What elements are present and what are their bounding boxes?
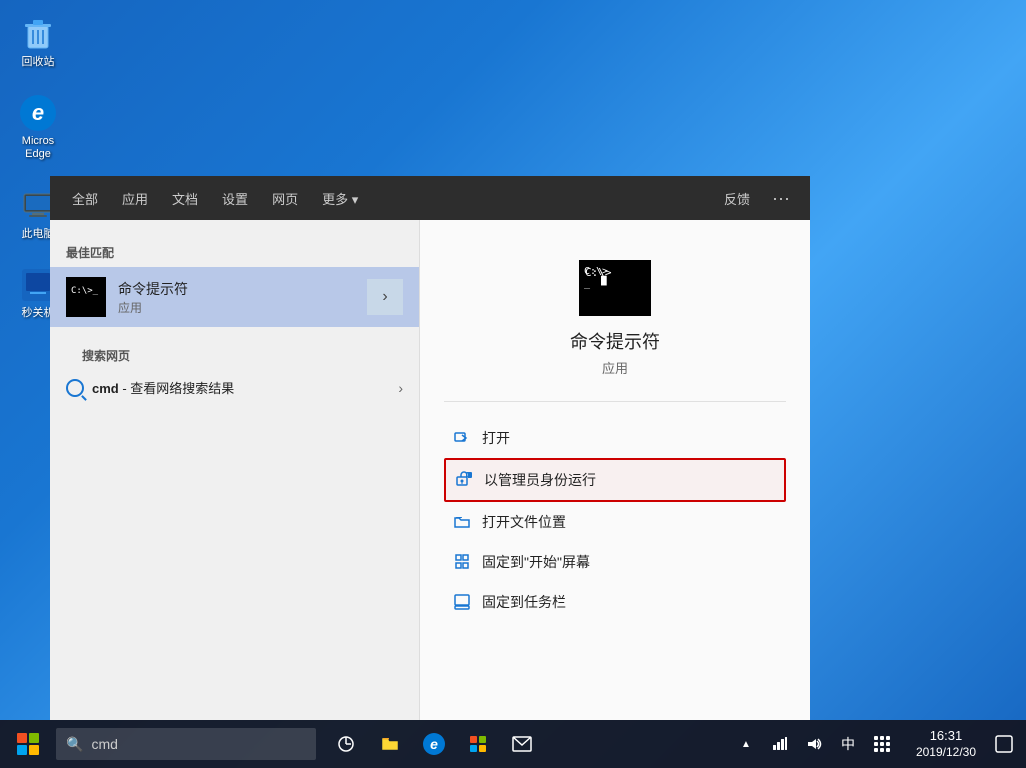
system-tray: ▲ 中	[722, 728, 906, 760]
windows-logo	[17, 733, 39, 755]
open-location-label: 打开文件位置	[482, 512, 566, 532]
action-run-as-admin[interactable]: ! 以管理员身份运行	[444, 458, 786, 502]
taskbar-search-bar[interactable]: 🔍 cmd	[56, 728, 316, 760]
menu-content: 最佳匹配 C:\>_ 命令提示符 应用 › 搜索网页	[50, 220, 810, 720]
action-open-location[interactable]: 打开文件位置	[444, 502, 786, 542]
search-web-title: 搜索网页	[66, 339, 403, 370]
file-explorer-button[interactable]	[368, 720, 412, 768]
cmd-preview-icon: C:\> _	[579, 260, 651, 316]
recycle-bin-img	[18, 14, 58, 54]
action-open[interactable]: 打开	[444, 418, 786, 458]
best-match-name: 命令提示符	[118, 279, 367, 299]
svg-text:!: !	[467, 474, 468, 480]
run-as-admin-label: 以管理员身份运行	[484, 470, 596, 490]
action-pin-taskbar[interactable]: 固定到任务栏	[444, 582, 786, 622]
search-web-item[interactable]: cmd - 查看网络搜索结果 ›	[66, 370, 403, 405]
open-label: 打开	[482, 428, 510, 448]
best-match-text: 命令提示符 应用	[118, 279, 367, 316]
search-circle-icon	[66, 379, 84, 397]
best-match-item[interactable]: C:\>_ 命令提示符 应用 ›	[50, 267, 419, 327]
taskbar-search-icon: 🔍	[66, 736, 83, 753]
tab-apps[interactable]: 应用	[112, 183, 158, 214]
tray-grid-icon[interactable]	[866, 728, 898, 760]
tray-chevron-up[interactable]: ▲	[730, 728, 762, 760]
action-list: 打开 ! 以管理员身份运行	[444, 418, 786, 622]
clock-time: 16:31	[930, 728, 963, 745]
admin-icon: !	[454, 470, 474, 490]
more-options-button[interactable]: ···	[764, 184, 798, 213]
tab-all[interactable]: 全部	[62, 183, 108, 214]
pin-start-label: 固定到"开始"屏幕	[482, 552, 590, 572]
tray-network-icon[interactable]	[764, 728, 796, 760]
pin-start-icon	[452, 552, 472, 572]
tray-ime-icon[interactable]: 中	[832, 728, 864, 760]
feedback-button[interactable]: 反馈	[714, 183, 760, 214]
open-icon	[452, 428, 472, 448]
store-button[interactable]	[456, 720, 500, 768]
tray-volume-icon[interactable]	[798, 728, 830, 760]
tab-docs[interactable]: 文档	[162, 183, 208, 214]
search-web-section: 搜索网页 cmd - 查看网络搜索结果 ›	[50, 327, 419, 409]
pin-taskbar-icon	[452, 592, 472, 612]
taskbar-search-text: cmd	[91, 736, 117, 752]
taskbar-actions: e	[324, 720, 544, 768]
search-web-text: cmd - 查看网络搜索结果	[92, 378, 234, 397]
taskbar: 🔍 cmd e	[0, 720, 1026, 768]
tab-web[interactable]: 网页	[262, 183, 308, 214]
best-match-title: 最佳匹配	[50, 236, 419, 267]
left-panel: 最佳匹配 C:\>_ 命令提示符 应用 › 搜索网页	[50, 220, 420, 720]
system-clock[interactable]: 16:31 2019/12/30	[906, 728, 986, 760]
best-match-type: 应用	[118, 299, 367, 316]
app-preview: C:\> _ 命令提示符 应用	[444, 240, 786, 402]
search-query: cmd	[92, 381, 119, 396]
notification-button[interactable]	[986, 720, 1022, 768]
folder-icon	[452, 512, 472, 532]
right-panel: C:\> _ 命令提示符 应用 打开	[420, 220, 810, 720]
tab-more[interactable]: 更多 ▾	[312, 183, 368, 214]
edge-icon[interactable]: e MicrosEdge	[8, 89, 68, 165]
action-pin-start[interactable]: 固定到"开始"屏幕	[444, 542, 786, 582]
search-tabs: 全部 应用 文档 设置 网页 更多 ▾ 反馈 ···	[50, 176, 810, 220]
edge-label: MicrosEdge	[22, 135, 54, 161]
edge-taskbar-button[interactable]: e	[412, 720, 456, 768]
search-web-chevron: ›	[398, 380, 403, 396]
start-button[interactable]	[4, 720, 52, 768]
preview-app-type: 应用	[602, 358, 628, 377]
search-suffix: - 查看网络搜索结果	[119, 381, 235, 396]
best-match-arrow[interactable]: ›	[367, 279, 403, 315]
grid-dots	[874, 736, 890, 752]
mail-button[interactable]	[500, 720, 544, 768]
clock-date: 2019/12/30	[916, 745, 976, 761]
tab-settings[interactable]: 设置	[212, 183, 258, 214]
recycle-bin-label: 回收站	[22, 56, 55, 69]
cmd-app-icon: C:\>_	[66, 277, 106, 317]
task-view-button[interactable]	[324, 720, 368, 768]
preview-app-name: 命令提示符	[570, 328, 660, 354]
recycle-bin-icon[interactable]: 回收站	[8, 10, 68, 73]
pin-taskbar-label: 固定到任务栏	[482, 592, 566, 612]
edge-img: e	[18, 93, 58, 133]
start-menu: 全部 应用 文档 设置 网页 更多 ▾ 反馈 ··· 最佳匹配 C:\>_ 命令…	[50, 176, 810, 720]
